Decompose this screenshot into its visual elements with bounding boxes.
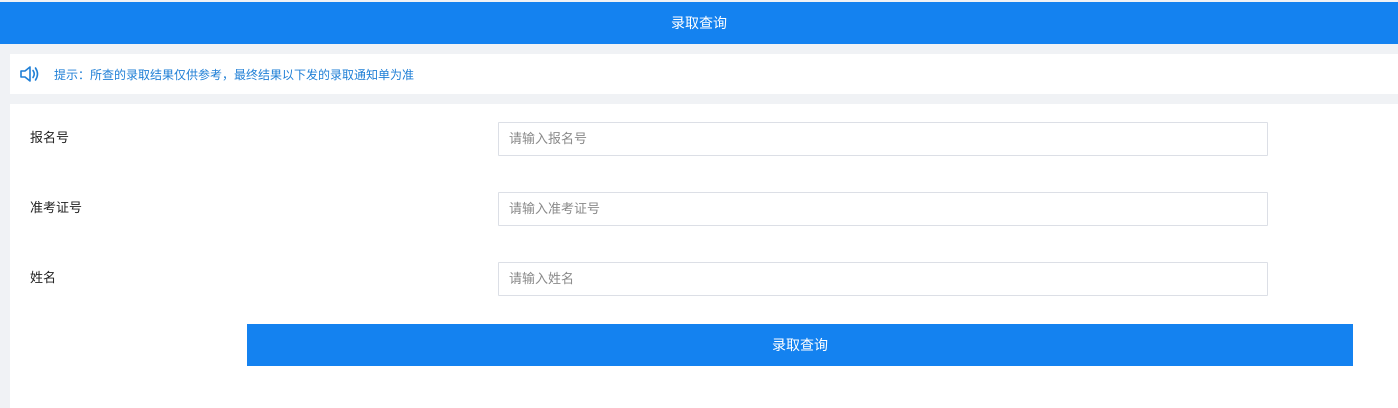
- form-row-admission-ticket: 准考证号: [10, 192, 1398, 226]
- query-form: 报名号 准考证号 姓名 录取查询: [10, 104, 1398, 408]
- name-input[interactable]: [498, 262, 1268, 296]
- page-title: 录取查询: [671, 16, 727, 32]
- form-row-name: 姓名: [10, 262, 1398, 296]
- registration-number-label: 报名号: [30, 131, 70, 146]
- admission-ticket-input[interactable]: [498, 192, 1268, 226]
- form-row-registration-number: 报名号: [10, 122, 1398, 156]
- notice-text: 提示：所查的录取结果仅供参考，最终结果以下发的录取通知单为准: [54, 67, 415, 82]
- speaker-icon: [18, 62, 42, 86]
- name-label: 姓名: [30, 271, 57, 286]
- notice-bar: 提示：所查的录取结果仅供参考，最终结果以下发的录取通知单为准: [10, 54, 1398, 94]
- admission-ticket-label: 准考证号: [30, 201, 83, 216]
- registration-number-input[interactable]: [498, 122, 1268, 156]
- submit-query-button[interactable]: 录取查询: [247, 324, 1353, 366]
- page: 录取查询 提示：所查的录取结果仅供参考，最终结果以下发的录取通知单为准 报名号 …: [0, 0, 1398, 408]
- header-bar: 录取查询: [0, 2, 1398, 44]
